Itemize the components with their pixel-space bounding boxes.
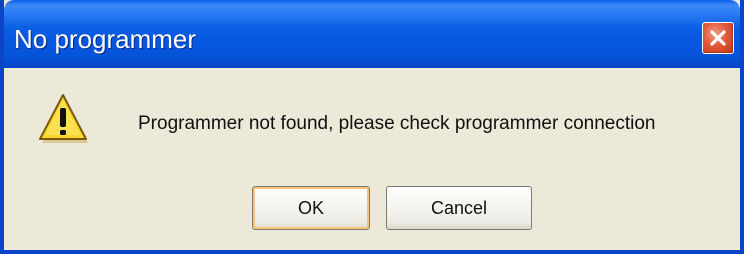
message-dialog: No programmer Programmer not found, plea… xyxy=(0,0,744,254)
ok-button[interactable]: OK xyxy=(252,186,370,230)
title-bar[interactable]: No programmer xyxy=(4,0,740,68)
warning-icon xyxy=(34,90,92,148)
window-title: No programmer xyxy=(14,24,197,54)
cancel-button[interactable]: Cancel xyxy=(386,186,532,230)
close-button[interactable] xyxy=(702,22,734,54)
close-icon xyxy=(710,30,726,46)
message-text: Programmer not found, please check progr… xyxy=(138,113,656,134)
